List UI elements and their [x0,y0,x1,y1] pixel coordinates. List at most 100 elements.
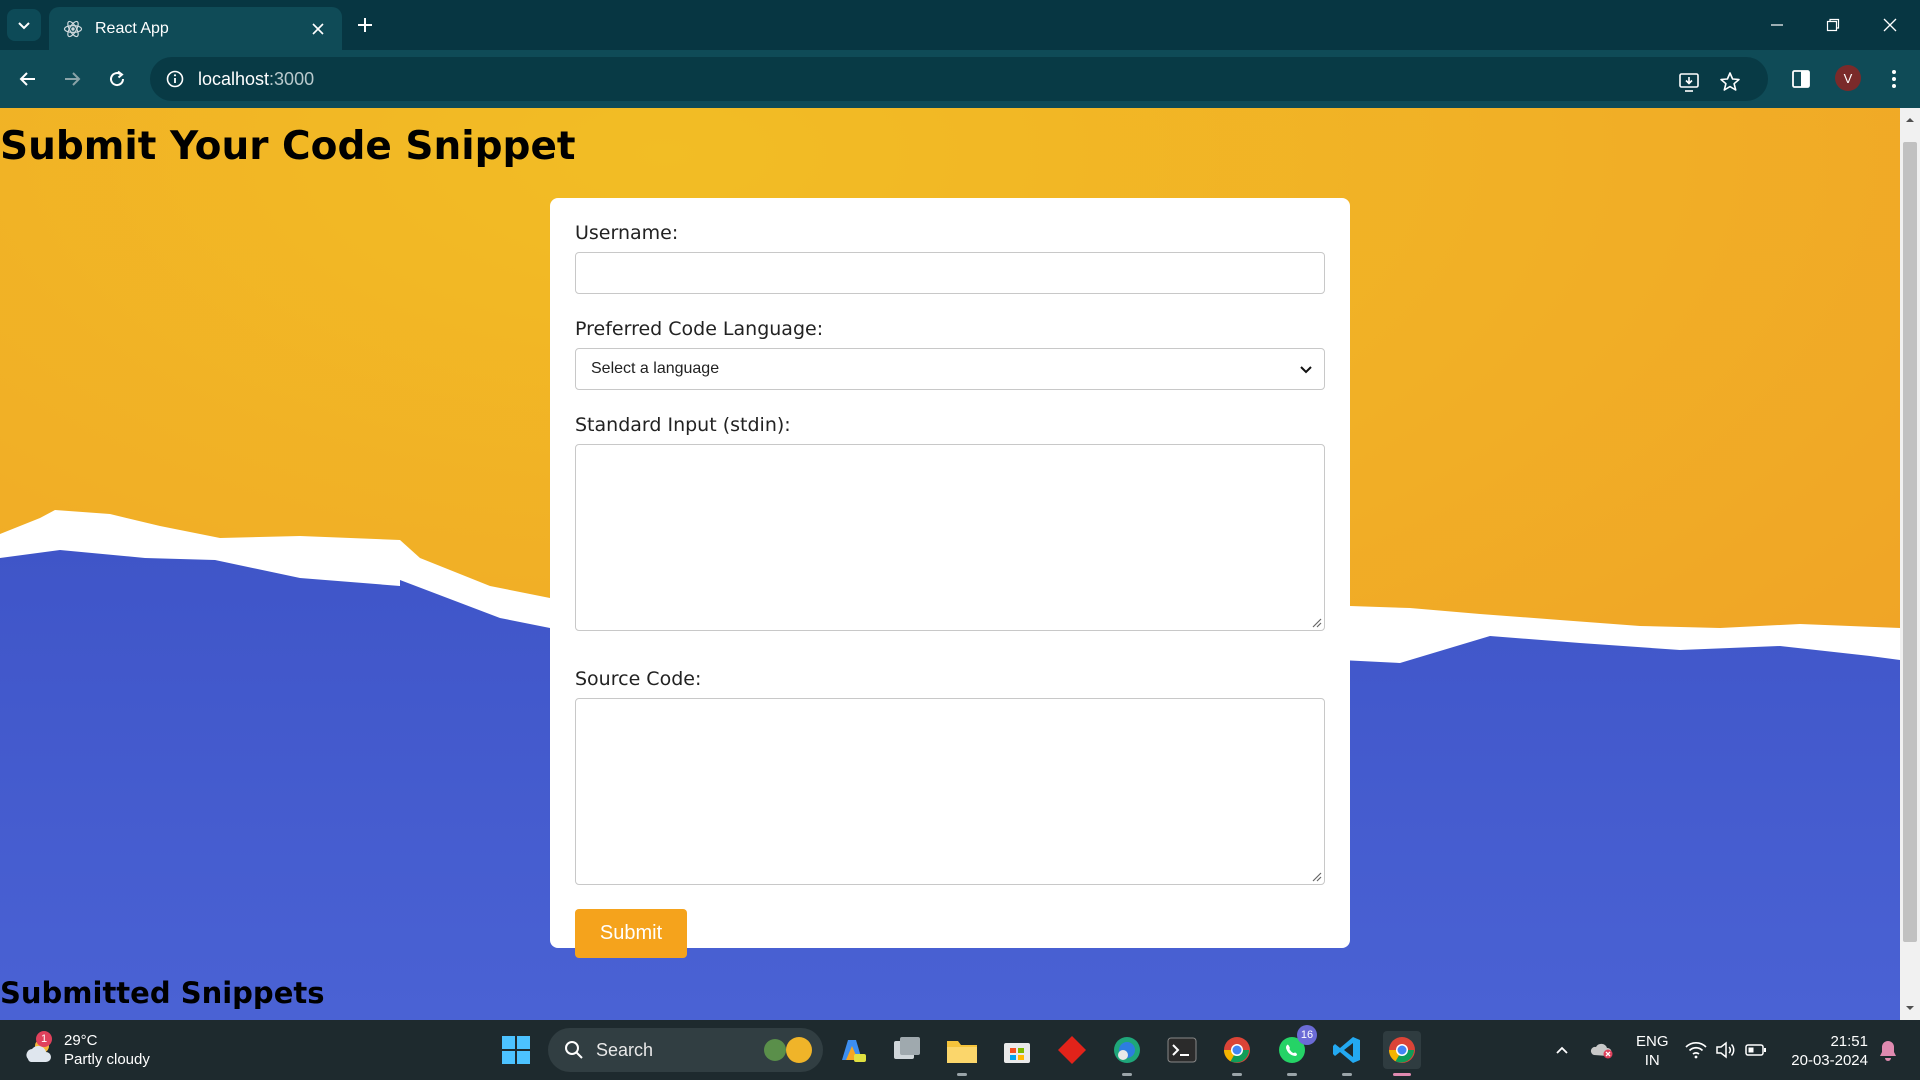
page-title: Submit Your Code Snippet [0,124,576,169]
start-button[interactable] [497,1031,535,1069]
forward-button[interactable] [56,63,88,95]
vscode-icon [1333,1037,1360,1063]
search-placeholder: Search [596,1039,654,1060]
restore-button[interactable] [1813,10,1853,40]
taskbar-app-terminal[interactable] [1163,1031,1201,1069]
edge-icon [1114,1037,1140,1063]
side-panel-icon [1792,70,1810,88]
bell-icon [1880,1041,1896,1061]
taskbar-app-red[interactable] [1053,1031,1091,1069]
username-input[interactable] [575,252,1325,294]
taskbar-app-chrome-profile[interactable] [1218,1031,1256,1076]
scroll-down-arrow-icon[interactable] [1904,1002,1916,1014]
volume-tray-icon[interactable] [1714,1038,1738,1062]
page-scrollbar[interactable] [1900,108,1920,1020]
windows-taskbar: 1 29°C Partly cloudy Search 16 ENG IN 21… [0,1020,1920,1080]
taskbar-app-chrome-active[interactable] [1383,1031,1421,1076]
react-logo-icon [63,19,83,39]
search-icon [562,1038,586,1062]
minimize-button[interactable] [1757,10,1797,40]
active-indicator [1393,1073,1411,1076]
folder-icon [947,1041,977,1063]
language-label: Preferred Code Language: [575,318,824,340]
region-code: IN [1644,1052,1660,1069]
new-tab-button[interactable] [352,12,378,38]
running-indicator [1342,1073,1352,1076]
plus-icon [358,18,372,32]
chevron-down-icon [1300,366,1312,374]
minimize-icon [1771,24,1783,26]
snippet-form: Username: Preferred Code Language: Selec… [550,198,1350,958]
system-clock[interactable]: 21:51 20-03-2024 [1786,1032,1868,1070]
whatsapp-notification-badge: 16 [1297,1025,1317,1045]
resize-grip-icon[interactable] [1310,616,1322,628]
notification-button[interactable] [1876,1038,1900,1062]
weather-widget[interactable]: 1 29°C Partly cloudy [22,1030,202,1070]
source-code-textarea[interactable] [575,698,1325,885]
restore-icon [1826,18,1840,32]
install-app-icon[interactable] [1675,68,1703,96]
chrome-icon [1223,1037,1250,1063]
show-hidden-icons-button[interactable] [1550,1038,1574,1062]
taskbar-app-store[interactable] [998,1031,1036,1069]
running-indicator [957,1073,967,1076]
running-indicator [1232,1073,1242,1076]
partly-cloudy-icon: 1 [22,1031,56,1067]
language-code: ENG [1636,1033,1669,1050]
close-window-button[interactable] [1870,10,1910,40]
taskbar-app-file-explorer[interactable] [943,1031,981,1076]
back-button[interactable] [12,63,44,95]
stdin-textarea[interactable] [575,444,1325,631]
resize-grip-icon[interactable] [1310,870,1322,882]
chrome-icon [1388,1037,1415,1063]
cloud-error-icon [1590,1043,1613,1059]
profile-avatar[interactable]: V [1835,65,1861,91]
url-host: localhost [198,68,270,89]
language-select[interactable]: Select a language [575,348,1325,390]
taskbar-app-copilot[interactable] [833,1031,871,1069]
submit-button[interactable]: Submit [575,909,687,958]
onedrive-tray-icon[interactable] [1590,1038,1614,1062]
taskbar-search[interactable]: Search [548,1028,823,1072]
site-info-icon[interactable] [164,68,186,90]
battery-tray-icon[interactable] [1744,1038,1768,1062]
chevron-up-icon [1556,1046,1568,1054]
speaker-icon [1716,1041,1735,1059]
taskbar-app-whatsapp[interactable]: 16 [1273,1025,1317,1076]
stdin-label: Standard Input (stdin): [575,414,791,436]
kebab-menu-icon [1892,70,1896,88]
weather-description: Partly cloudy [64,1051,150,1068]
scrollbar-thumb[interactable] [1903,142,1917,942]
diamond-app-icon [1058,1036,1086,1064]
address-bar[interactable]: localhost:3000 [150,57,1768,101]
tab-search-button[interactable] [7,9,41,41]
reload-button[interactable] [101,63,133,95]
browser-tab[interactable]: React App [49,7,342,50]
terminal-icon [1167,1037,1197,1063]
browser-tab-strip: React App [0,0,1920,50]
weather-temperature: 29°C [64,1032,98,1049]
language-select-value: Select a language [591,360,720,377]
side-panel-button[interactable] [1785,63,1817,95]
taskbar-app-task-view[interactable] [888,1031,926,1069]
close-tab-icon[interactable] [308,19,328,39]
task-view-icon [894,1037,920,1059]
scroll-up-arrow-icon[interactable] [1904,114,1916,126]
tab-title: React App [95,19,169,37]
running-indicator [1287,1073,1297,1076]
taskbar-app-edge[interactable] [1108,1031,1146,1076]
input-language-indicator[interactable]: ENG IN [1636,1032,1669,1070]
copilot-icon [842,1040,866,1062]
close-icon [1883,18,1897,32]
wifi-tray-icon[interactable] [1684,1038,1708,1062]
search-highlight-icon [764,1037,812,1063]
running-indicator [1122,1073,1132,1076]
url-text: localhost:3000 [198,69,314,90]
clock-time: 21:51 [1830,1033,1868,1050]
taskbar-app-vscode[interactable] [1328,1031,1366,1076]
browser-menu-button[interactable] [1878,63,1910,95]
bookmark-star-icon[interactable] [1716,68,1744,96]
url-port: :3000 [269,68,315,89]
source-code-label: Source Code: [575,668,702,690]
clock-date: 20-03-2024 [1791,1052,1868,1069]
